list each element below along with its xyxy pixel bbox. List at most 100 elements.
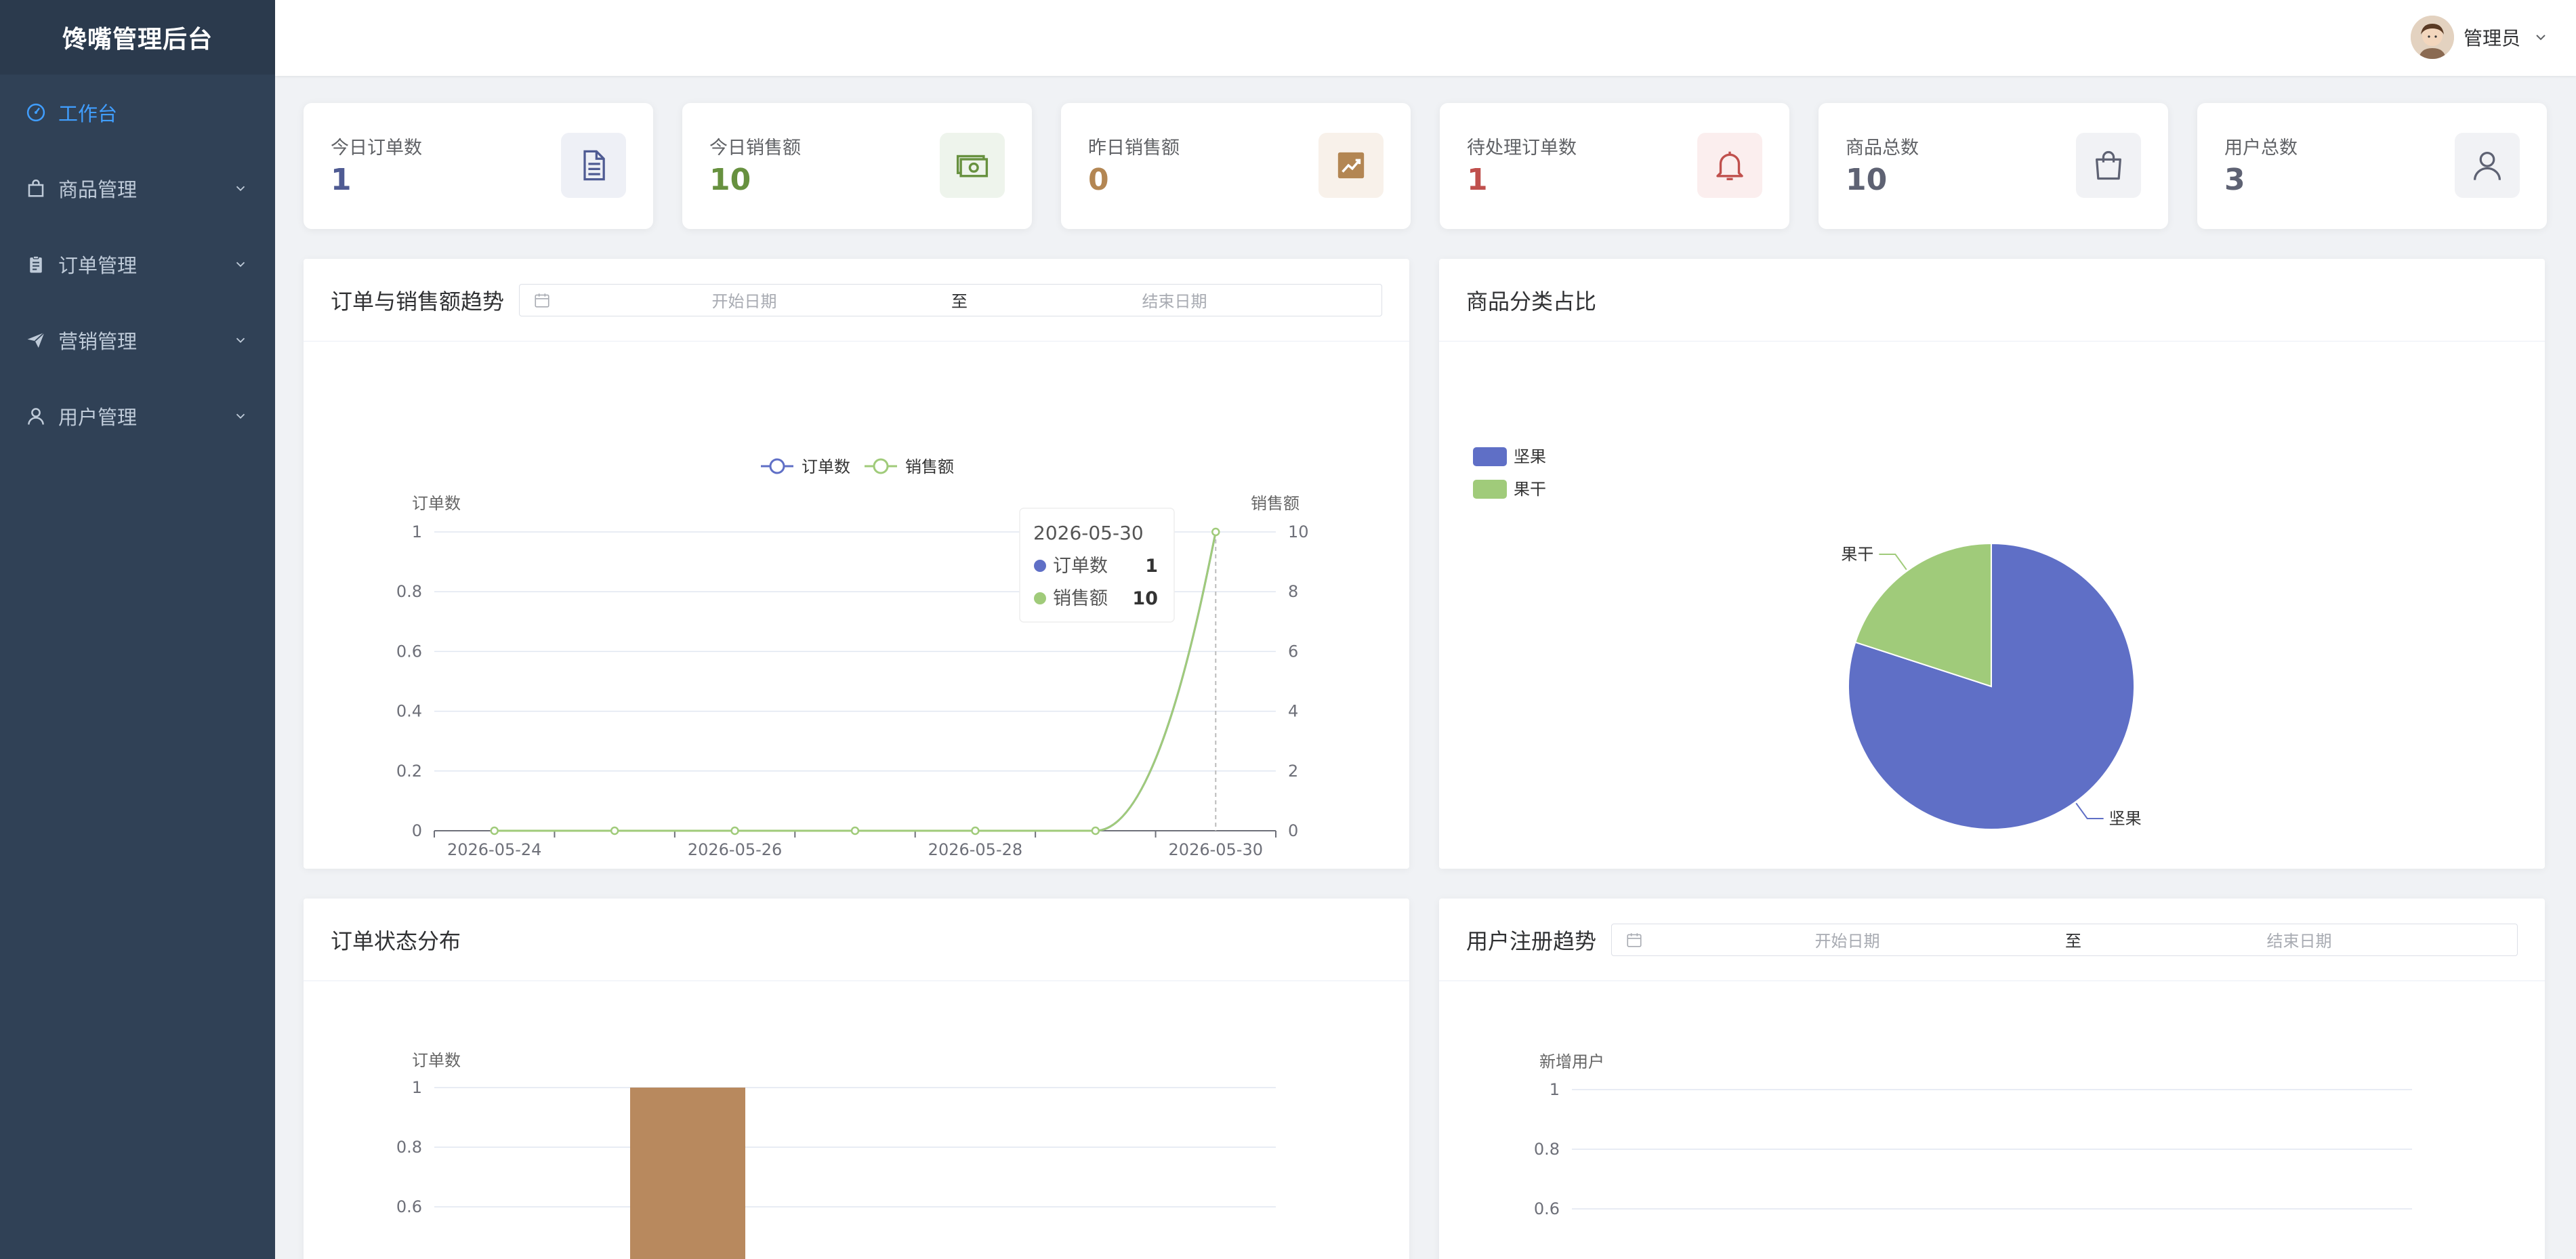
y-tick-label: 0.6 <box>396 642 422 661</box>
panel-header: 商品分类占比 <box>1439 259 2545 342</box>
data-point-sales <box>730 826 739 835</box>
sidebar-item-label: 工作台 <box>58 102 118 125</box>
panel-title: 商品分类占比 <box>1466 288 1597 314</box>
legend-marker <box>769 458 785 474</box>
panel-order-sales-trend: 订单与销售额趋势 开始日期 至 结束日期 订单数 销售额 订单数 销售额 0 0.2 0.4… <box>304 259 1409 869</box>
panel-header: 订单状态分布 <box>304 899 1409 981</box>
date-range-picker[interactable]: 开始日期 至 结束日期 <box>1611 923 2518 956</box>
stat-value: 1 <box>331 163 352 197</box>
legend-label: 果干 <box>1514 480 1546 499</box>
y2-tick-label: 6 <box>1288 642 1298 661</box>
y2-tick-label: 2 <box>1288 762 1298 781</box>
y-tick-label: 0.4 <box>396 702 422 721</box>
start-date-input[interactable]: 开始日期 <box>1643 928 2052 951</box>
pie-label-line <box>2075 802 2104 819</box>
pie-label: 果干 <box>1841 545 1873 564</box>
user-register-line-chart[interactable]: 新增用户 1 0.8 0.6 <box>1439 981 2545 1259</box>
chevron-down-icon <box>236 337 245 344</box>
y2-axis-title: 销售额 <box>1251 494 1300 513</box>
chart-legend: 订单数 销售额 <box>761 457 954 476</box>
panel-header: 订单与销售额趋势 开始日期 至 结束日期 <box>304 259 1409 342</box>
sidebar-item-label: 商品管理 <box>58 178 138 201</box>
date-range-picker[interactable]: 开始日期 至 结束日期 <box>519 283 1382 316</box>
y-tick-label: 0.6 <box>396 1197 422 1216</box>
sidebar-item-marketing[interactable]: 营销管理 <box>0 302 275 378</box>
sidebar: 馋嘴管理后台 工作台 商品管理 订单管理 营销管理 用户管理 <box>0 0 275 1259</box>
bag-icon <box>24 177 47 200</box>
sidebar-item-users[interactable]: 用户管理 <box>0 378 275 454</box>
stat-card-today-orders: 今日订单数 1 <box>304 103 653 229</box>
y-axis-title: 新增用户 <box>1539 1052 1604 1071</box>
category-pie-chart[interactable]: 坚果果干坚果果干 <box>1439 342 2545 869</box>
stat-label: 今日销售额 <box>709 138 801 159</box>
user-menu[interactable]: 管理员 <box>2410 15 2549 60</box>
chart-tooltip: 2026-05-30 订单数 1 销售额 10 <box>1019 508 1175 623</box>
chevron-down-icon <box>236 262 245 268</box>
data-point-sales <box>610 826 619 835</box>
stat-card-user-total: 用户总数 3 <box>2197 103 2547 229</box>
calendar-icon <box>1627 932 1642 947</box>
tooltip-series-name: 销售额 <box>1053 588 1108 609</box>
sidebar-item-label: 用户管理 <box>58 406 138 429</box>
x-tick-label: 2026-05-24 <box>447 840 541 859</box>
tooltip-value: 10 <box>1132 588 1158 609</box>
calendar-icon <box>535 293 549 308</box>
end-date-input[interactable]: 结束日期 <box>981 288 1368 312</box>
data-point-sales <box>1211 527 1220 537</box>
sidebar-item-dashboard[interactable]: 工作台 <box>0 75 275 150</box>
data-point-sales <box>971 826 980 835</box>
user-name: 管理员 <box>2463 27 2520 49</box>
stat-value: 3 <box>2224 163 2245 197</box>
legend-label: 订单数 <box>802 457 850 476</box>
bell-icon <box>1697 133 1762 198</box>
start-date-input[interactable]: 开始日期 <box>551 288 938 312</box>
order-status-bar-chart[interactable]: 订单数 1 0.8 0.6 <box>304 981 1409 1259</box>
chevron-down-icon <box>2536 35 2546 41</box>
legend-marker <box>873 458 889 474</box>
clipboard-icon <box>24 253 47 276</box>
y-axis-title: 订单数 <box>412 1051 461 1070</box>
bag-icon <box>2076 133 2141 198</box>
panel-order-status: 订单状态分布 订单数 1 0.8 0.6 <box>304 899 1409 1259</box>
tooltip-marker <box>1034 592 1046 604</box>
panel-user-register-trend: 用户注册趋势 开始日期 至 结束日期 新增用户 1 0.8 0.6 <box>1439 899 2545 1259</box>
y-tick-label: 0.8 <box>396 582 422 601</box>
stat-label: 今日订单数 <box>331 138 422 159</box>
x-tick-label: 2026-05-30 <box>1169 840 1263 859</box>
x-tick-label: 2026-05-26 <box>688 840 782 859</box>
panel-title: 订单状态分布 <box>331 928 461 954</box>
tooltip-marker <box>1034 560 1046 572</box>
x-tick-label: 2026-05-28 <box>928 840 1022 859</box>
sidebar-item-orders[interactable]: 订单管理 <box>0 226 275 302</box>
tooltip-series-name: 订单数 <box>1053 556 1108 577</box>
data-point-sales <box>1091 826 1100 835</box>
data-point-sales <box>850 826 860 835</box>
y2-tick-label: 8 <box>1288 582 1298 601</box>
stat-card-yesterday-sales: 昨日销售额 0 <box>1061 103 1411 229</box>
y2-tick-label: 0 <box>1288 821 1298 840</box>
sidebar-item-products[interactable]: 商品管理 <box>0 150 275 226</box>
pie-label: 坚果 <box>2109 809 2142 828</box>
date-range-separator: 至 <box>951 292 968 311</box>
trend-chart[interactable]: 订单数 销售额订单数 销售额00.20.40.60.8102468102026-05… <box>304 342 1409 869</box>
data-point-sales <box>490 826 499 835</box>
legend-label: 坚果 <box>1514 447 1546 466</box>
y-tick-label: 0 <box>412 821 422 840</box>
document-icon <box>561 133 626 198</box>
tooltip-title: 2026-05-30 <box>1033 522 1144 544</box>
panel-header: 用户注册趋势 开始日期 至 结束日期 <box>1439 899 2545 981</box>
y-tick-label: 1 <box>1550 1080 1560 1099</box>
top-bar: 管理员 <box>275 0 2576 76</box>
chevron-down-icon <box>236 413 245 419</box>
user-icon <box>2455 133 2520 198</box>
brand-title: 馋嘴管理后台 <box>0 0 275 75</box>
stat-value: 10 <box>1846 163 1888 197</box>
send-icon <box>24 329 47 352</box>
stat-label: 待处理订单数 <box>1467 138 1577 159</box>
stat-card-pending-orders: 待处理订单数 1 <box>1440 103 1789 229</box>
y-tick-label: 0.6 <box>1534 1199 1560 1218</box>
panel-category-share: 商品分类占比 坚果 果干 坚果 果干 <box>1439 259 2545 869</box>
bar <box>630 1088 745 1259</box>
stat-label: 昨日销售额 <box>1088 138 1180 159</box>
end-date-input[interactable]: 结束日期 <box>2095 928 2504 951</box>
